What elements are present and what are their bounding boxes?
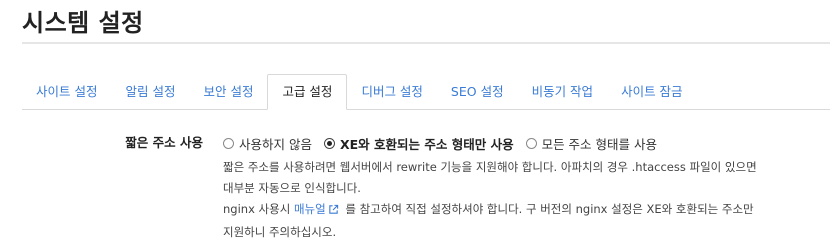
tab-notification-settings[interactable]: 알림 설정 bbox=[111, 75, 189, 109]
radio-label-disabled: 사용하지 않음 bbox=[239, 136, 312, 152]
tab-site-lock[interactable]: 사이트 잠금 bbox=[607, 75, 696, 109]
tab-advanced-settings[interactable]: 고급 설정 bbox=[267, 74, 348, 110]
tab-async-jobs[interactable]: 비동기 작업 bbox=[518, 75, 607, 109]
help-nginx-prefix: nginx 사용시 bbox=[223, 202, 291, 216]
short-url-help: 짧은 주소를 사용하려면 웹서버에서 rewrite 기능을 지원해야 합니다.… bbox=[223, 157, 826, 243]
tab-debug-settings[interactable]: 디버그 설정 bbox=[347, 75, 436, 109]
system-settings-page: 시스템 설정 사이트 설정 알림 설정 보안 설정 고급 설정 디버그 설정 S… bbox=[0, 0, 830, 244]
help-line-2: 대부분 자동으로 인식합니다. bbox=[223, 181, 361, 195]
manual-link[interactable]: 매뉴얼 bbox=[294, 202, 326, 216]
short-url-label: 짧은 주소 사용 bbox=[125, 135, 203, 150]
settings-tabs: 사이트 설정 알림 설정 보안 설정 고급 설정 디버그 설정 SEO 설정 비… bbox=[22, 74, 830, 110]
short-url-radio-group: 사용하지 않음 XE와 호환되는 주소 형태만 사용 모든 주소 형태를 사용 bbox=[223, 133, 826, 153]
radio-option-all-forms[interactable]: 모든 주소 형태를 사용 bbox=[525, 134, 657, 153]
tab-security-settings[interactable]: 보안 설정 bbox=[189, 75, 267, 109]
radio-label-all-forms: 모든 주소 형태를 사용 bbox=[541, 136, 657, 152]
help-nginx-suffix: 를 참고하여 직접 설정하셔야 합니다. 구 버전의 nginx 설정은 XE와… bbox=[345, 202, 754, 216]
radio-unchecked-icon[interactable] bbox=[223, 137, 234, 149]
radio-unchecked-icon[interactable] bbox=[525, 137, 537, 149]
external-link-icon[interactable] bbox=[328, 201, 339, 222]
radio-label-xe-compatible: XE와 호환되는 주소 형태만 사용 bbox=[339, 136, 514, 152]
radio-option-disabled[interactable]: 사용하지 않음 bbox=[223, 134, 312, 153]
help-line-3: nginx 사용시 매뉴얼 를 참고하여 직접 설정하셔야 합니다. 구 버전의… bbox=[223, 199, 826, 222]
radio-option-xe-compatible[interactable]: XE와 호환되는 주소 형태만 사용 bbox=[323, 134, 514, 153]
help-line-1: 짧은 주소를 사용하려면 웹서버에서 rewrite 기능을 지원해야 합니다.… bbox=[223, 160, 757, 174]
tab-site-settings[interactable]: 사이트 설정 bbox=[22, 75, 111, 109]
title-divider bbox=[22, 42, 830, 44]
help-line-4: 지원하니 주의하십시오. bbox=[223, 225, 337, 239]
short-url-controls: 사용하지 않음 XE와 호환되는 주소 형태만 사용 모든 주소 형태를 사용 … bbox=[223, 133, 826, 243]
tab-seo-settings[interactable]: SEO 설정 bbox=[437, 75, 518, 109]
radio-checked-icon[interactable] bbox=[323, 137, 335, 149]
page-title: 시스템 설정 bbox=[22, 9, 144, 37]
